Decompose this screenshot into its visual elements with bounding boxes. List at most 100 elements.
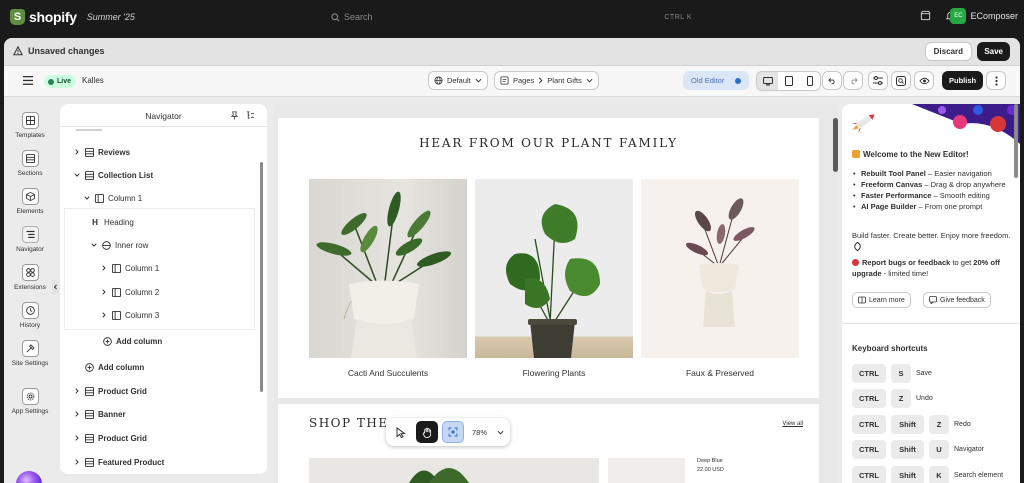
undo-icon (827, 77, 835, 84)
eye-icon (918, 77, 930, 84)
select-tool-button[interactable] (390, 421, 412, 443)
rail-app-settings[interactable]: App Settings (4, 388, 56, 415)
shop-space-image[interactable] (309, 458, 599, 483)
collapse-panel-handle[interactable] (52, 280, 59, 294)
view-all-link[interactable]: View all (782, 421, 803, 427)
rail-extensions[interactable]: Extensions (4, 264, 56, 291)
product-image[interactable] (608, 458, 685, 483)
mobile-view-button[interactable] (799, 72, 820, 90)
section-heading[interactable]: HEAR FROM OUR PLANT FAMILY (278, 136, 819, 150)
old-editor-toggle[interactable]: Old Editor (683, 71, 749, 90)
hand-tool-button[interactable] (416, 421, 438, 443)
key-cap: Shift (891, 415, 924, 434)
shopify-logo[interactable]: S shopify Summer '25 (10, 9, 135, 25)
rail-site-settings[interactable]: Site Settings (4, 340, 56, 367)
tree-item-product-grid[interactable]: Product Grid (60, 381, 256, 401)
section-icon (84, 433, 94, 443)
collection-caption[interactable]: Faux & Preserved (641, 368, 799, 378)
tree-item-label: Column 1 (125, 263, 160, 273)
rail-templates[interactable]: Templates (4, 112, 56, 139)
tree-item-column[interactable]: Column 1 (60, 258, 256, 278)
right-panel-scrollbar[interactable] (1014, 104, 1018, 178)
rail-history[interactable]: History (4, 302, 56, 329)
tree-item-label: Product Grid (98, 386, 147, 396)
rocket-icon (852, 241, 863, 252)
collection-card[interactable]: Cacti And Succulents (309, 179, 467, 378)
learn-more-button[interactable]: Learn more (852, 292, 911, 308)
plant-image-flowering[interactable] (475, 179, 633, 358)
tree-item-column[interactable]: Column 3 (60, 305, 256, 325)
shop-the-space-section[interactable]: SHOP THE SPACE View all Deep Blue 22.00 … (278, 404, 819, 483)
pin-icon[interactable] (230, 111, 239, 120)
tree-item-reviews[interactable]: Reviews (60, 142, 256, 162)
rail-elements[interactable]: Elements (4, 188, 56, 215)
tree-item-column[interactable]: Column 2 (60, 282, 256, 302)
rail-label: Extensions (14, 284, 46, 291)
tree-item-heading[interactable]: H Heading (60, 212, 256, 232)
default-dropdown[interactable]: Default (428, 71, 488, 90)
collection-list-section[interactable]: HEAR FROM OUR PLANT FAMILY Cacti And Suc… (278, 118, 819, 398)
pointer-icon (396, 426, 406, 438)
plant-image-faux[interactable] (641, 179, 799, 358)
more-actions-button[interactable] (986, 71, 1006, 90)
desktop-view-button[interactable] (757, 72, 778, 90)
undo-button[interactable] (822, 71, 842, 90)
settings-sliders-button[interactable] (868, 71, 888, 90)
inspect-button[interactable] (891, 71, 911, 90)
redo-button[interactable] (843, 71, 863, 90)
preview-button[interactable] (914, 71, 934, 90)
site-settings-icon (21, 340, 39, 357)
discard-button[interactable]: Discard (924, 42, 972, 61)
menu-icon[interactable] (23, 76, 33, 85)
tree-item-collection-list[interactable]: Collection List (60, 165, 256, 185)
add-column-button[interactable]: Add column (60, 357, 256, 377)
chevron-right-icon (73, 388, 81, 394)
tablet-view-button[interactable] (778, 72, 799, 90)
desktop-icon (762, 76, 773, 85)
ai-assistant-orb-icon[interactable] (16, 471, 42, 483)
navigator-header: Navigator (60, 104, 267, 127)
product-name[interactable]: Deep Blue (697, 458, 723, 464)
live-badge: Live (44, 75, 77, 88)
collection-caption[interactable]: Flowering Plants (475, 368, 633, 378)
report-end-text: - limited time! (881, 269, 929, 278)
navigator-scrollbar[interactable] (260, 162, 263, 392)
key-cap: CTRL (852, 415, 886, 434)
add-column-button[interactable]: Add column (60, 331, 256, 351)
tree-item-product-grid[interactable]: Product Grid (60, 428, 256, 448)
key-cap: S (891, 364, 911, 383)
chevron-right-icon (73, 459, 81, 465)
collection-card[interactable]: Faux & Preserved (641, 179, 799, 378)
collection-caption[interactable]: Cacti And Succulents (309, 368, 467, 378)
key-cap: Shift (891, 466, 924, 483)
warning-icon (13, 46, 23, 56)
chevron-right-icon (100, 312, 108, 318)
rail-sections[interactable]: Sections (4, 150, 56, 177)
rail-navigator[interactable]: Navigator (4, 226, 56, 253)
shortcut-action: Navigator (954, 446, 984, 453)
store-menu[interactable]: EC EComposer (950, 8, 1018, 24)
chevron-down-icon[interactable] (497, 430, 504, 435)
fit-screen-button[interactable] (442, 421, 464, 443)
tree-item-banner[interactable]: Banner (60, 404, 256, 424)
collapse-tree-icon[interactable] (246, 111, 255, 120)
chevron-down-icon (73, 173, 81, 177)
page-selector[interactable]: Pages Plant Gifts (494, 71, 599, 90)
column-icon (111, 310, 121, 320)
give-feedback-button[interactable]: Give feedback (923, 292, 991, 308)
zoom-level[interactable]: 78% (472, 428, 487, 437)
tree-item-label: Column 1 (108, 193, 143, 203)
plant-image-cacti[interactable] (309, 179, 467, 358)
canvas-scrollbar[interactable] (833, 118, 838, 172)
tree-item-featured-product[interactable]: Featured Product (60, 452, 256, 472)
tree-item-inner-row[interactable]: Inner row (60, 235, 256, 255)
collection-card[interactable]: Flowering Plants (475, 179, 633, 378)
section-icon (84, 386, 94, 396)
tree-item-column[interactable]: Column 1 (60, 188, 256, 208)
feature-item: Rebuilt Tool Panel – Easier navigation (852, 168, 1014, 179)
publish-button[interactable]: Publish (942, 71, 984, 90)
global-search[interactable]: Search CTRL K (323, 8, 700, 26)
store-icon[interactable] (920, 10, 931, 21)
row-icon (101, 240, 111, 250)
save-button[interactable]: Save (977, 42, 1010, 61)
